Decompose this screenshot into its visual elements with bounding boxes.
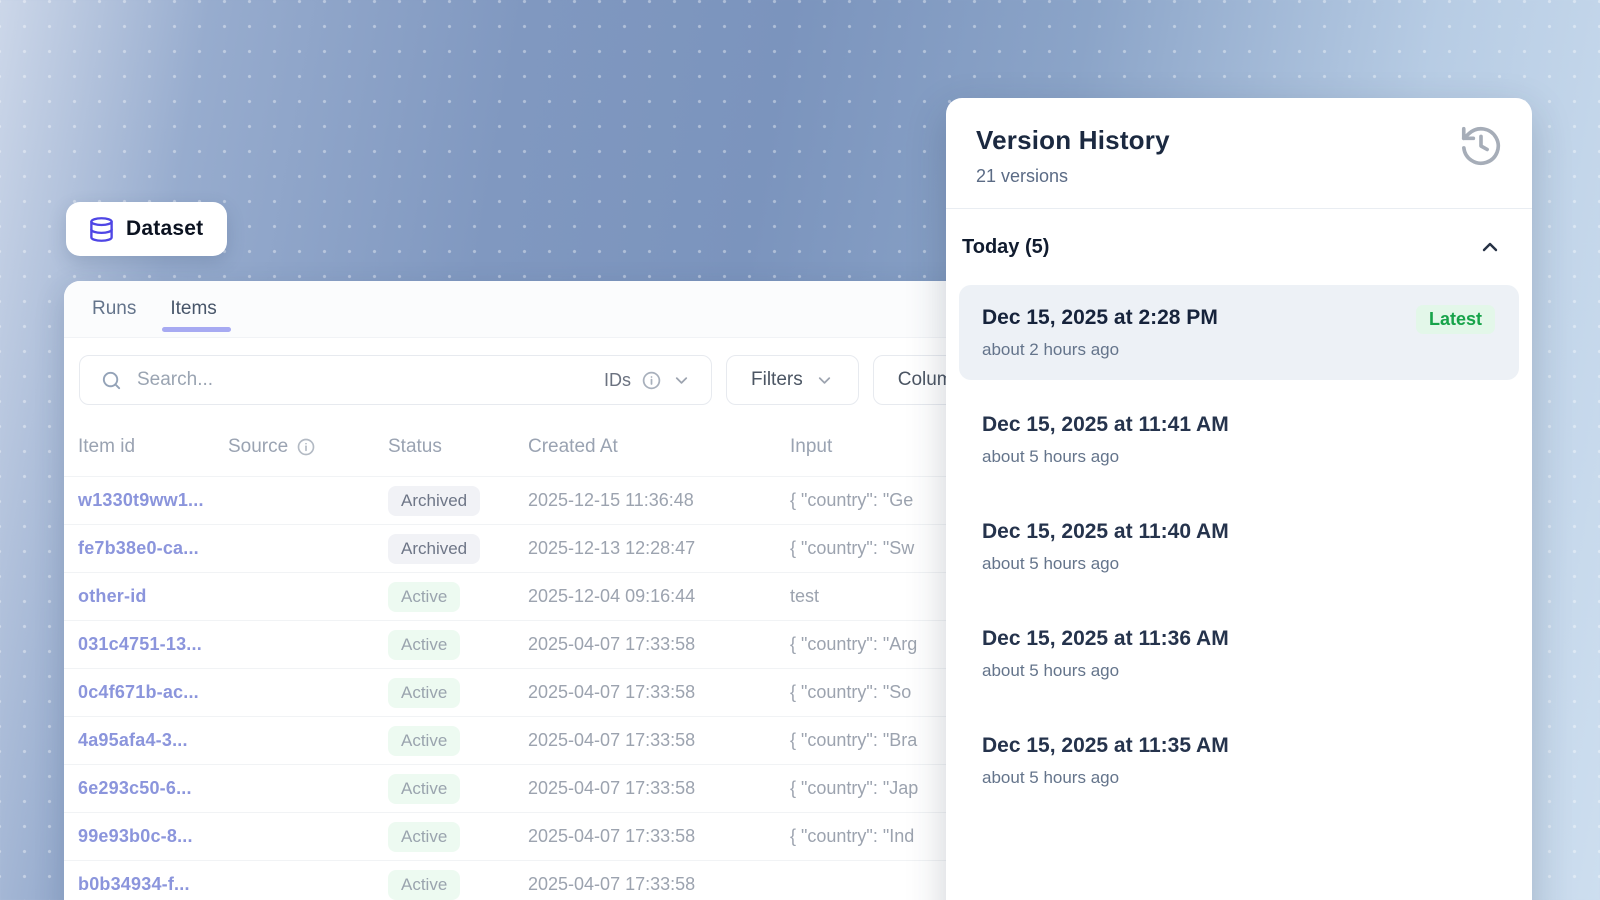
version-entry[interactable]: Dec 15, 2025 at 2:28 PM about 2 hours ag… xyxy=(959,285,1519,380)
column-header-source: Source xyxy=(228,436,388,458)
status-badge: Active xyxy=(388,582,460,612)
status-badge: Active xyxy=(388,774,460,804)
filters-button[interactable]: Filters xyxy=(726,355,859,405)
column-header-created-at: Created At xyxy=(528,436,790,458)
version-relative-time: about 5 hours ago xyxy=(982,768,1495,788)
version-relative-time: about 5 hours ago xyxy=(982,447,1495,467)
status-cell: Active xyxy=(388,630,528,660)
item-id-link[interactable]: fe7b38e0-ca... xyxy=(78,538,228,559)
history-icon xyxy=(1458,123,1504,169)
status-cell: Archived xyxy=(388,534,528,564)
dataset-chip: Dataset xyxy=(66,202,227,256)
created-at-cell: 2025-04-07 17:33:58 xyxy=(528,682,790,703)
status-badge: Archived xyxy=(388,534,480,564)
created-at-cell: 2025-12-04 09:16:44 xyxy=(528,586,790,607)
version-entry[interactable]: Dec 15, 2025 at 11:36 AM about 5 hours a… xyxy=(959,606,1519,701)
item-id-link[interactable]: 031c4751-13... xyxy=(78,634,228,655)
version-timestamp: Dec 15, 2025 at 11:40 AM xyxy=(982,520,1495,544)
column-header-item-id: Item id xyxy=(78,436,228,458)
filters-button-label: Filters xyxy=(751,369,803,391)
status-cell: Active xyxy=(388,822,528,852)
status-badge: Active xyxy=(388,822,460,852)
version-history-header: Version History 21 versions xyxy=(946,98,1532,209)
status-cell: Active xyxy=(388,870,528,900)
status-badge: Active xyxy=(388,726,460,756)
version-entry-list: Dec 15, 2025 at 2:28 PM about 2 hours ag… xyxy=(959,285,1519,808)
created-at-cell: 2025-12-13 12:28:47 xyxy=(528,538,790,559)
desktop-background: { "colors": { "accent_indigo": "#4f46e5"… xyxy=(0,0,1600,900)
status-badge: Archived xyxy=(388,486,480,516)
latest-badge: Latest xyxy=(1416,305,1495,334)
info-icon xyxy=(641,370,662,391)
search-icon xyxy=(100,369,123,392)
column-header-status: Status xyxy=(388,436,528,458)
search-input[interactable]: Search... IDs xyxy=(79,355,712,405)
created-at-cell: 2025-04-07 17:33:58 xyxy=(528,634,790,655)
version-timestamp: Dec 15, 2025 at 11:41 AM xyxy=(982,413,1495,437)
status-cell: Archived xyxy=(388,486,528,516)
tab-items[interactable]: Items xyxy=(170,281,216,337)
version-relative-time: about 2 hours ago xyxy=(982,340,1495,360)
version-history-panel: Version History 21 versions Today (5) De… xyxy=(946,98,1532,900)
status-cell: Active xyxy=(388,582,528,612)
ids-dropdown[interactable]: IDs xyxy=(604,370,691,391)
item-id-link[interactable]: 4a95afa4-3... xyxy=(78,730,228,751)
version-group-label: Today (5) xyxy=(962,236,1049,259)
dataset-chip-label: Dataset xyxy=(126,217,203,241)
version-count: 21 versions xyxy=(976,166,1502,187)
version-history-title: Version History xyxy=(976,125,1502,156)
status-badge: Active xyxy=(388,870,460,900)
item-id-link[interactable]: 6e293c50-6... xyxy=(78,778,228,799)
version-entry[interactable]: Dec 15, 2025 at 11:41 AM about 5 hours a… xyxy=(959,392,1519,487)
status-cell: Active xyxy=(388,774,528,804)
chevron-up-icon[interactable] xyxy=(1478,235,1502,259)
version-history-body: Today (5) Dec 15, 2025 at 2:28 PM about … xyxy=(946,209,1532,822)
created-at-cell: 2025-12-15 11:36:48 xyxy=(528,490,790,511)
version-group-today[interactable]: Today (5) xyxy=(959,223,1519,273)
created-at-cell: 2025-04-07 17:33:58 xyxy=(528,730,790,751)
status-badge: Active xyxy=(388,630,460,660)
item-id-link[interactable]: 99e93b0c-8... xyxy=(78,826,228,847)
chevron-down-icon xyxy=(672,371,691,390)
tab-runs[interactable]: Runs xyxy=(92,281,136,337)
status-badge: Active xyxy=(388,678,460,708)
item-id-link[interactable]: 0c4f671b-ac... xyxy=(78,682,228,703)
status-cell: Active xyxy=(388,678,528,708)
item-id-link[interactable]: other-id xyxy=(78,586,228,607)
created-at-cell: 2025-04-07 17:33:58 xyxy=(528,778,790,799)
version-entry[interactable]: Dec 15, 2025 at 11:35 AM about 5 hours a… xyxy=(959,713,1519,808)
database-icon xyxy=(88,216,115,243)
version-relative-time: about 5 hours ago xyxy=(982,661,1495,681)
version-entry[interactable]: Dec 15, 2025 at 11:40 AM about 5 hours a… xyxy=(959,499,1519,594)
info-icon xyxy=(296,437,316,457)
search-placeholder: Search... xyxy=(137,369,590,391)
version-timestamp: Dec 15, 2025 at 11:35 AM xyxy=(982,734,1495,758)
item-id-link[interactable]: w1330t9ww1... xyxy=(78,490,228,511)
ids-label: IDs xyxy=(604,370,631,391)
version-relative-time: about 5 hours ago xyxy=(982,554,1495,574)
item-id-link[interactable]: b0b34934-f... xyxy=(78,874,228,895)
version-timestamp: Dec 15, 2025 at 11:36 AM xyxy=(982,627,1495,651)
created-at-cell: 2025-04-07 17:33:58 xyxy=(528,826,790,847)
chevron-down-icon xyxy=(815,371,834,390)
created-at-cell: 2025-04-07 17:33:58 xyxy=(528,874,790,895)
status-cell: Active xyxy=(388,726,528,756)
